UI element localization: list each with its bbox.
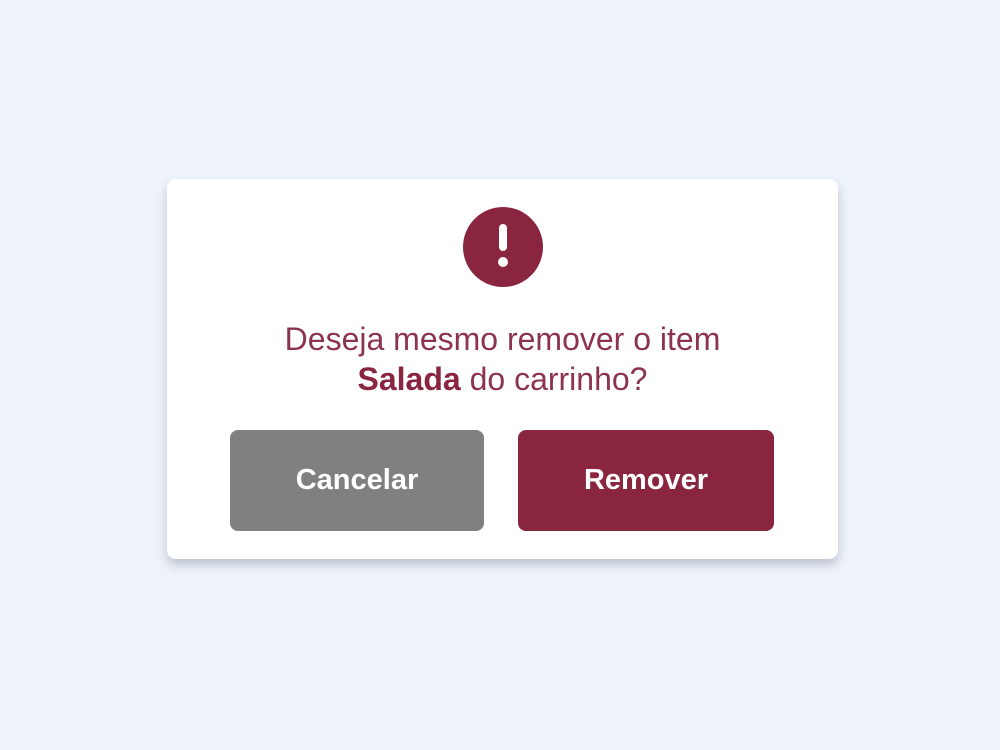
item-name: Salada [357, 361, 461, 397]
remove-button[interactable]: Remover [518, 430, 774, 531]
exclamation-icon [463, 207, 543, 287]
confirm-remove-dialog: Deseja mesmo remover o item Salada do ca… [167, 179, 838, 559]
confirmation-message: Deseja mesmo remover o item Salada do ca… [167, 319, 838, 399]
message-line-2: do carrinho? [460, 361, 648, 397]
cancel-button[interactable]: Cancelar [230, 430, 484, 531]
message-line-1: Deseja mesmo remover o item [284, 321, 721, 357]
